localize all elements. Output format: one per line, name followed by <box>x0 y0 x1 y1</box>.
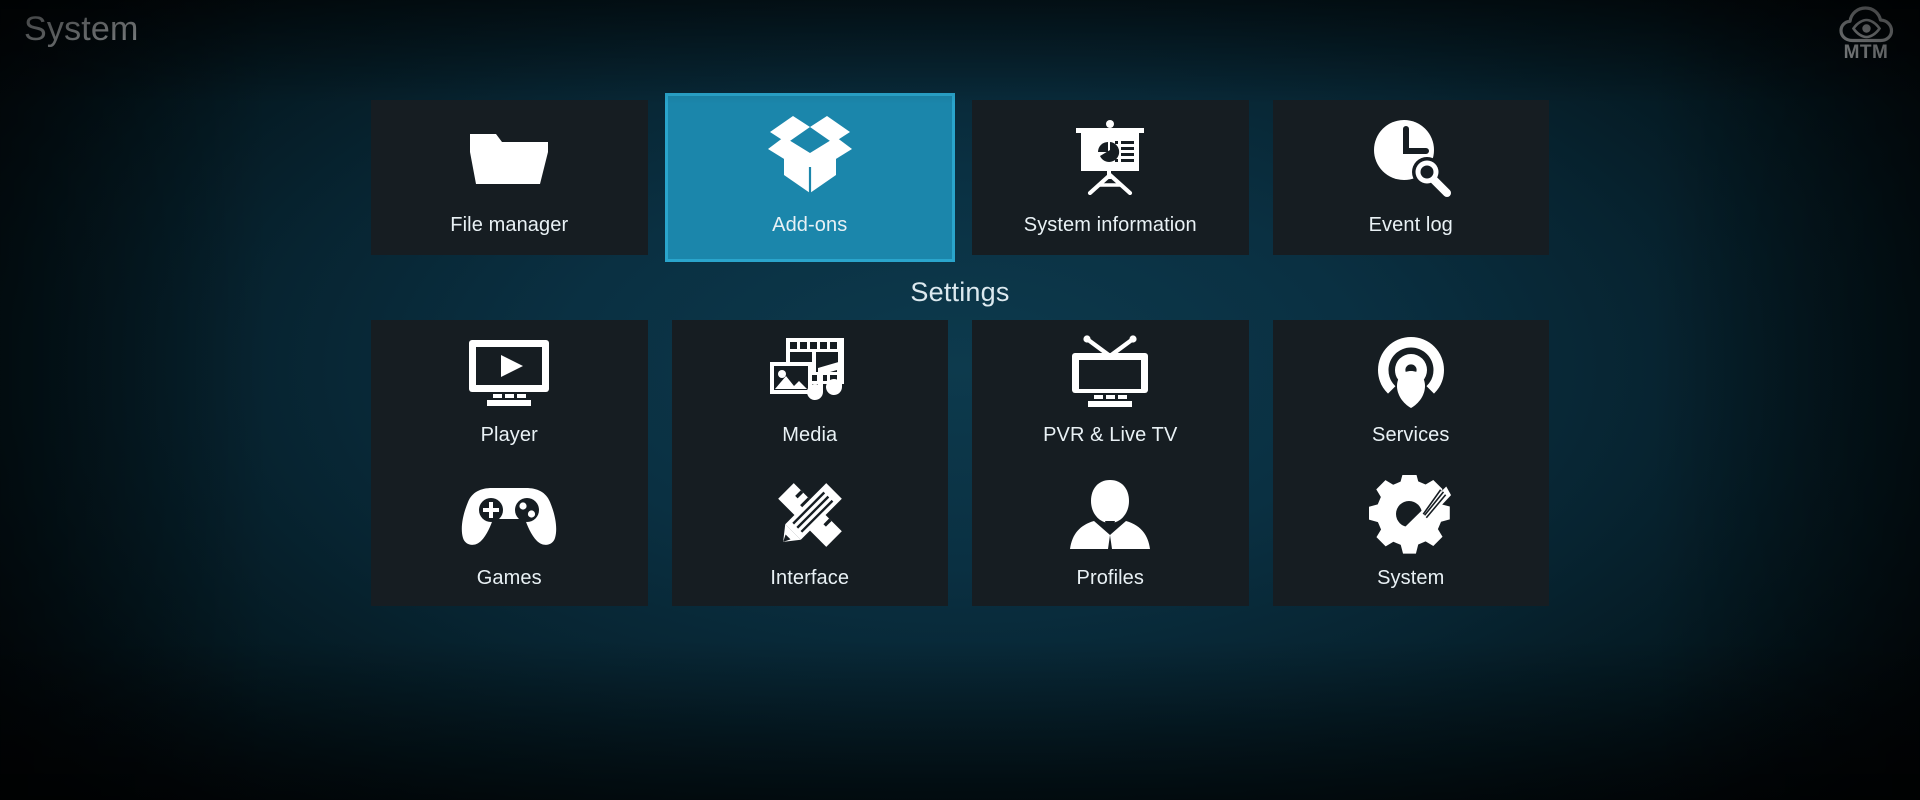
tile-event-log[interactable]: Event log <box>1272 100 1550 255</box>
tile-label: System information <box>1023 214 1197 236</box>
tile-label: Profiles <box>1076 567 1144 589</box>
tile-player[interactable]: Player <box>371 320 648 463</box>
settings-heading: Settings <box>910 277 1010 307</box>
menu-grid: File manager Add-ons System information … <box>371 93 1550 606</box>
folder-icon <box>371 100 648 214</box>
tv-antenna-icon <box>972 320 1249 424</box>
tile-system[interactable]: System <box>1272 463 1550 606</box>
settings-row-2: Games Interface Profiles System <box>371 463 1549 606</box>
top-row: File manager Add-ons System information … <box>371 93 1550 262</box>
settings-row-1: Player Media PVR & Live TV Services <box>371 320 1549 463</box>
tile-media[interactable]: Media <box>671 320 949 463</box>
tile-label: Event log <box>1368 214 1453 236</box>
gamepad-icon <box>371 463 648 567</box>
open-box-icon <box>668 96 952 214</box>
tile-label: Player <box>480 424 538 446</box>
system-menu-screen: System MTM File manager Add-ons System i… <box>0 0 1920 800</box>
tile-services[interactable]: Services <box>1272 320 1550 463</box>
tile-file-manager[interactable]: File manager <box>371 100 648 255</box>
tile-pvr-live-tv[interactable]: PVR & Live TV <box>972 320 1249 463</box>
pencil-ruler-icon <box>672 463 949 567</box>
tile-add-ons[interactable]: Add-ons <box>664 93 955 262</box>
gear-wrench-icon <box>1273 463 1550 567</box>
tile-label: System <box>1377 567 1445 589</box>
tile-games[interactable]: Games <box>371 463 648 606</box>
tile-label: Media <box>782 424 838 446</box>
tile-label: Services <box>1372 424 1450 446</box>
media-library-icon <box>672 320 949 424</box>
clock-search-icon <box>1273 100 1550 214</box>
tile-system-information[interactable]: System information <box>971 100 1249 255</box>
person-icon <box>972 463 1249 567</box>
tile-interface[interactable]: Interface <box>671 463 949 606</box>
tile-label: File manager <box>450 214 569 236</box>
page-title: System <box>24 10 139 48</box>
tile-label: PVR & Live TV <box>1043 424 1178 446</box>
brand-text: MTM <box>1843 42 1889 63</box>
tile-profiles[interactable]: Profiles <box>972 463 1249 606</box>
presentation-icon <box>972 100 1249 214</box>
tile-label: Games <box>476 567 542 589</box>
broadcast-icon <box>1273 320 1550 424</box>
tile-label: Interface <box>770 567 850 589</box>
mtm-logo: MTM <box>1830 4 1902 66</box>
cloud-eye-logo-icon <box>1838 4 1894 44</box>
monitor-play-icon <box>371 320 648 424</box>
tile-label: Add-ons <box>772 214 848 236</box>
